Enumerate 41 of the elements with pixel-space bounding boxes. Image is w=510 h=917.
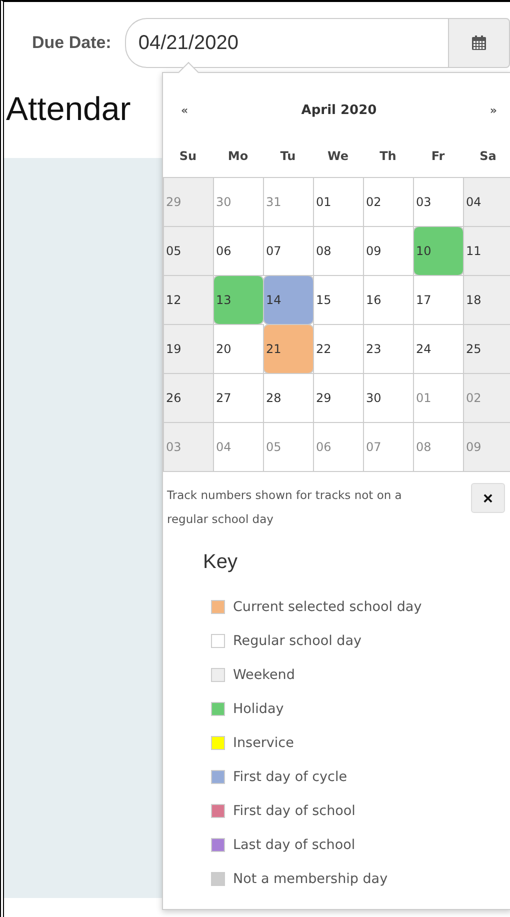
close-button[interactable]: × xyxy=(471,483,505,513)
day-cell[interactable]: 26 xyxy=(163,373,214,423)
legend-label: First day of school xyxy=(233,803,356,819)
day-cell[interactable]: 10 xyxy=(413,226,464,276)
day-cell[interactable]: 03 xyxy=(413,177,464,227)
legend-label: Not a membership day xyxy=(233,871,388,887)
calendar-button[interactable] xyxy=(448,18,510,68)
due-date-label: Due Date: xyxy=(32,33,112,53)
legend-label: Current selected school day xyxy=(233,599,422,615)
weekday-label: Mo xyxy=(226,149,250,165)
month-title: April 2020 xyxy=(301,102,377,118)
day-cell[interactable]: 25 xyxy=(463,324,510,374)
day-cell[interactable]: 19 xyxy=(163,324,214,374)
weekday-label: Su xyxy=(178,149,198,165)
legend-label: Regular school day xyxy=(233,633,362,649)
weekday-label: Th xyxy=(378,149,398,165)
day-cell[interactable]: 21 xyxy=(263,324,314,374)
day-cell[interactable]: 11 xyxy=(463,226,510,276)
legend-label: Weekend xyxy=(233,667,295,683)
next-month-button[interactable]: » xyxy=(490,104,497,116)
track-note: Track numbers shown for tracks not on a regular school day xyxy=(167,487,403,528)
day-cell[interactable]: 18 xyxy=(463,275,510,325)
day-cell[interactable]: 20 xyxy=(213,324,264,374)
page-heading: Attendar xyxy=(6,90,131,128)
weekday-label: Sa xyxy=(478,149,498,165)
key-title: Key xyxy=(203,551,238,574)
day-cell[interactable]: 13 xyxy=(213,275,264,325)
weekday-label: Tu xyxy=(279,149,297,165)
legend-label: First day of cycle xyxy=(233,769,348,785)
weekday-label: Fr xyxy=(430,149,446,165)
day-cell[interactable]: 14 xyxy=(263,275,314,325)
weekday-label: We xyxy=(326,149,350,165)
day-cell[interactable]: 05 xyxy=(163,226,214,276)
due-date-field[interactable]: 04/21/2020 xyxy=(125,18,448,68)
previous-month-button[interactable]: « xyxy=(181,104,188,116)
day-cell[interactable]: 12 xyxy=(163,275,214,325)
calendar-icon xyxy=(471,35,487,51)
legend-label: Last day of school xyxy=(233,837,356,853)
legend-label: Inservice xyxy=(233,735,294,751)
day-cell[interactable]: 04 xyxy=(463,177,510,227)
legend-label: Holiday xyxy=(233,701,284,717)
